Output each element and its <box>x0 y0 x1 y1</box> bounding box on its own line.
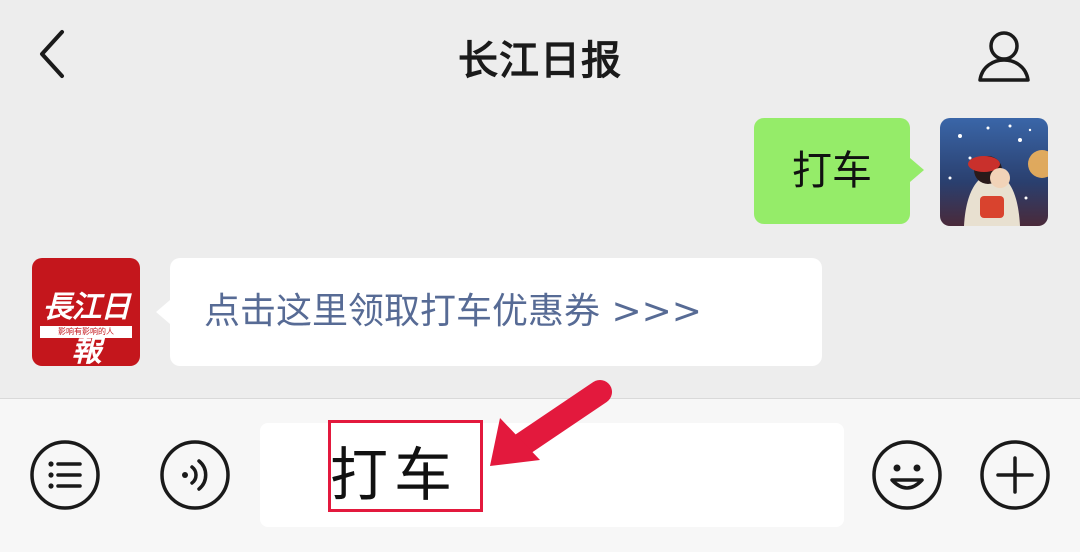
voice-button[interactable] <box>158 438 232 512</box>
add-button[interactable] <box>978 438 1052 512</box>
message-bubble-incoming[interactable]: 点击这里领取打车优惠券 >>> <box>156 258 822 366</box>
message-text: 打车 <box>792 148 872 194</box>
brand-logo: 長江日報 <box>42 290 131 366</box>
chat-header: 长江日报 <box>0 0 1080 110</box>
menu-list-icon <box>30 440 100 510</box>
avatar-image <box>940 118 1048 226</box>
input-highlight-box <box>328 420 483 512</box>
emoji-icon <box>872 440 942 510</box>
chat-profile-button[interactable] <box>972 24 1036 88</box>
pointer-arrow-icon <box>490 380 612 466</box>
menu-button[interactable] <box>28 438 102 512</box>
voice-icon <box>160 440 230 510</box>
brand-tagline: 影响有影响的人 <box>40 326 132 338</box>
chat-title: 长江日报 <box>458 38 622 84</box>
message-bubble-outgoing[interactable]: 打车 <box>754 118 924 224</box>
user-avatar[interactable] <box>940 118 1048 226</box>
profile-icon <box>978 31 1030 82</box>
coupon-link[interactable]: 点击这里领取打车优惠券 >>> <box>204 258 702 366</box>
add-icon <box>980 440 1050 510</box>
emoji-button[interactable] <box>870 438 944 512</box>
brand-avatar[interactable]: 長江日報 影响有影响的人 <box>32 258 140 366</box>
